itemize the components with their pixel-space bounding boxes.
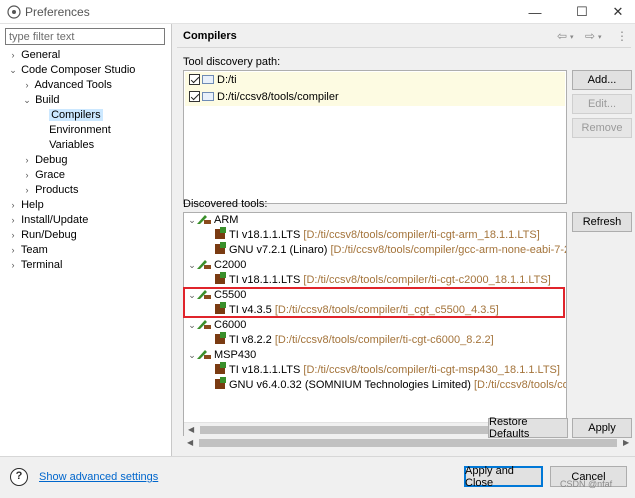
tool-family-row[interactable]: ⌄ ARM (187, 213, 566, 228)
chevron-right-icon[interactable]: › (22, 168, 32, 183)
tree-item-run-debug[interactable]: › Run/Debug (8, 228, 168, 243)
edit-button[interactable]: Edit... (572, 94, 632, 114)
compiler-icon (215, 227, 226, 239)
back-arrow-icon[interactable]: ⇦ (557, 29, 567, 43)
tool-row[interactable]: GNU v6.4.0.32 (SOMNIUM Technologies Limi… (187, 377, 566, 393)
tree-item-advanced-tools[interactable]: › Advanced Tools (8, 78, 168, 93)
maximize-button[interactable]: ☐ (562, 0, 602, 24)
title-bar: Preferences — ☐ ✕ (0, 0, 635, 24)
tree-item-variables[interactable]: Variables (8, 138, 168, 153)
compiler-icon (215, 272, 226, 284)
toolset-icon (197, 214, 211, 225)
forward-arrow-icon[interactable]: ⇨ (585, 29, 595, 43)
tree-item-products[interactable]: › Products (8, 183, 168, 198)
tree-item-code-composer-studio[interactable]: ⌄ Code Composer Studio (8, 63, 168, 78)
chevron-right-icon[interactable]: › (8, 213, 18, 228)
back-dropdown-icon[interactable]: ▾ (570, 33, 574, 41)
tool-discovery-label: Tool discovery path: (183, 56, 281, 68)
view-menu-icon[interactable]: ⋮ (616, 29, 628, 43)
chevron-down-icon[interactable]: ⌄ (187, 318, 197, 333)
apply-and-close-button[interactable]: Apply and Close (464, 465, 543, 489)
window-title: Preferences (25, 5, 90, 19)
restore-defaults-button[interactable]: Restore Defaults (488, 416, 568, 440)
tool-family-row[interactable]: ⌄ MSP430 (187, 348, 566, 363)
discovery-path-list[interactable]: D:/ti D:/ti/ccsv8/tools/compiler (183, 70, 567, 204)
add-button[interactable]: Add... (572, 70, 632, 90)
minimize-button[interactable]: — (515, 0, 555, 24)
tree-item-install-update[interactable]: › Install/Update (8, 213, 168, 228)
c5500-highlight-box (183, 287, 565, 318)
chevron-down-icon[interactable]: ⌄ (187, 348, 197, 363)
path-row[interactable]: D:/ti (185, 72, 565, 89)
forward-dropdown-icon[interactable]: ▾ (598, 33, 602, 41)
help-icon[interactable]: ? (10, 468, 28, 486)
compilers-page: Compilers ⇦ ▾ ⇨ ▾ ⋮ Tool discovery path:… (173, 24, 635, 456)
scroll-right-icon[interactable]: ▶ (623, 438, 629, 447)
toolset-icon (197, 349, 211, 360)
tree-item-build[interactable]: ⌄ Build (8, 93, 168, 108)
app-icon (7, 5, 21, 19)
remove-button[interactable]: Remove (572, 118, 632, 138)
folder-icon (202, 75, 214, 84)
chevron-right-icon[interactable]: › (8, 198, 18, 213)
filter-input[interactable] (5, 28, 165, 45)
toolset-icon (197, 319, 211, 330)
chevron-right-icon[interactable]: › (8, 48, 18, 63)
compiler-icon (215, 242, 226, 254)
tool-row[interactable]: TI v18.1.1.LTS [D:/ti/ccsv8/tools/compil… (187, 362, 566, 378)
tree-item-debug[interactable]: › Debug (8, 153, 168, 168)
checkbox-checked-icon[interactable] (189, 91, 200, 102)
chevron-right-icon[interactable]: › (22, 78, 32, 93)
tool-family-row[interactable]: ⌄ C6000 (187, 318, 566, 333)
tool-family-row[interactable]: ⌄ C2000 (187, 258, 566, 273)
maximize-icon: ☐ (576, 4, 588, 19)
tool-row[interactable]: TI v8.2.2 [D:/ti/ccsv8/tools/compiler/ti… (187, 332, 566, 348)
path-row[interactable]: D:/ti/ccsv8/tools/compiler (185, 89, 565, 106)
discovered-tools-tree[interactable]: ⌄ ARM TI v18.1.1.LTS [D:/ti/ccsv8/tools/c… (183, 212, 567, 438)
chevron-down-icon[interactable]: ⌄ (22, 93, 32, 108)
chevron-down-icon[interactable]: ⌄ (187, 258, 197, 273)
tree-item-environment[interactable]: Environment (8, 123, 168, 138)
compiler-icon (215, 362, 226, 374)
chevron-right-icon[interactable]: › (8, 258, 18, 273)
checkbox-checked-icon[interactable] (189, 74, 200, 85)
bottom-separator (0, 456, 635, 457)
refresh-button[interactable]: Refresh (572, 212, 632, 232)
discovered-tools-label: Discovered tools: (183, 198, 268, 210)
preferences-tree: › General ⌄ Code Composer Studio › Advan… (8, 48, 168, 273)
tool-row[interactable]: GNU v7.2.1 (Linaro) [D:/ti/ccsv8/tools/c… (187, 242, 566, 258)
chevron-down-icon[interactable]: ⌄ (8, 63, 18, 78)
apply-button[interactable]: Apply (572, 418, 632, 438)
preferences-tree-pane: › General ⌄ Code Composer Studio › Advan… (0, 24, 172, 456)
folder-icon (202, 92, 214, 101)
tool-row[interactable]: TI v18.1.1.LTS [D:/ti/ccsv8/tools/compil… (187, 227, 566, 243)
chevron-right-icon[interactable]: › (22, 183, 32, 198)
tree-item-grace[interactable]: › Grace (8, 168, 168, 183)
tree-item-terminal[interactable]: › Terminal (8, 258, 168, 273)
watermark: CSDN @nfaf (560, 479, 613, 489)
compiler-icon (215, 377, 226, 389)
chevron-right-icon[interactable]: › (8, 228, 18, 243)
path-rows: D:/ti D:/ti/ccsv8/tools/compiler (185, 72, 565, 106)
compiler-icon (215, 332, 226, 344)
close-icon: ✕ (612, 4, 624, 19)
page-title: Compilers (183, 30, 237, 42)
chevron-right-icon[interactable]: › (22, 153, 32, 168)
scrollbar-thumb[interactable] (199, 439, 617, 447)
tree-item-help[interactable]: › Help (8, 198, 168, 213)
close-button[interactable]: ✕ (598, 0, 635, 24)
scroll-left-icon[interactable]: ◀ (187, 438, 193, 447)
chevron-right-icon[interactable]: › (8, 243, 18, 258)
chevron-down-icon[interactable]: ⌄ (187, 213, 197, 228)
minimize-icon: — (528, 4, 542, 20)
tree-item-compilers[interactable]: Compilers (8, 108, 168, 123)
toolset-icon (197, 259, 211, 270)
title-separator (177, 47, 631, 48)
tree-item-general[interactable]: › General (8, 48, 168, 63)
show-advanced-settings-link[interactable]: Show advanced settings (39, 471, 158, 483)
tree-item-team[interactable]: › Team (8, 243, 168, 258)
scroll-left-icon[interactable]: ◀ (188, 425, 194, 434)
tool-row[interactable]: TI v18.1.1.LTS [D:/ti/ccsv8/tools/compil… (187, 272, 566, 288)
